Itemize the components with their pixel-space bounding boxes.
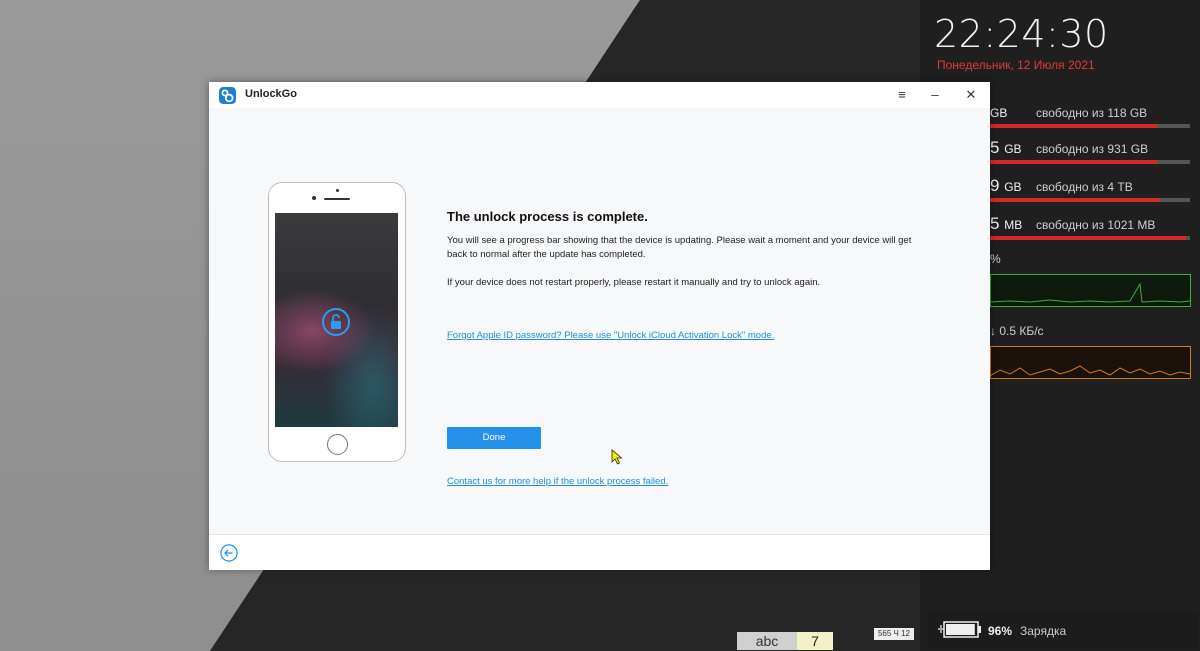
battery-status: 96% Зарядка	[928, 612, 1198, 648]
disk-usage-fill	[990, 198, 1160, 202]
date-label: Понедельник, 12 Июля 2021	[937, 58, 1095, 72]
disk-row-1: GB свободно из 118 GB	[990, 100, 1200, 130]
disk-usage-bar	[990, 236, 1190, 240]
window-footer	[209, 534, 990, 570]
disk-used: 5 MB	[990, 214, 1023, 233]
network-graph-plot	[990, 346, 1191, 379]
minimize-button[interactable]: –	[924, 85, 946, 105]
phone-home-button	[327, 434, 348, 455]
input-language-number[interactable]: 7	[797, 632, 833, 650]
unlocked-padlock-icon	[322, 308, 350, 336]
cpu-label: %	[990, 252, 1001, 266]
network-label: ↓ 0.5 КБ/с	[990, 324, 1044, 338]
input-language-indicator[interactable]: abc	[737, 632, 797, 650]
disk-row-4: 5 MB свободно из 1021 MB	[990, 212, 1200, 242]
disk-free-label: свободно из 1021 MB	[1036, 218, 1156, 232]
forgot-apple-id-link[interactable]: Forgot Apple ID password? Please use "Un…	[447, 330, 774, 341]
page-title: The unlock process is complete.	[447, 209, 648, 224]
disk-usage-fill	[990, 160, 1158, 164]
disk-usage-fill	[990, 124, 1158, 128]
disk-usage-fill	[990, 236, 1186, 240]
unlockgo-logo-icon	[219, 87, 236, 104]
tray-time-badge: 565 Ч 12	[874, 628, 914, 640]
phone-speaker-icon	[324, 198, 350, 200]
battery-icon	[938, 621, 981, 638]
disk-free-label: свободно из 118 GB	[1036, 106, 1148, 120]
cpu-graph: %	[990, 250, 1192, 308]
disk-free-label: свободно из 4 TB	[1036, 180, 1133, 194]
contact-help-link[interactable]: Contact us for more help if the unlock p…	[447, 476, 668, 487]
back-arrow-icon[interactable]	[220, 544, 238, 562]
done-button[interactable]: Done	[447, 427, 541, 449]
app-title: UnlockGo	[245, 88, 297, 100]
progress-info-text: You will see a progress bar showing that…	[447, 235, 912, 260]
disk-usage-bar	[990, 198, 1190, 202]
disk-used: 5 GB	[990, 138, 1022, 157]
title-bar[interactable]: UnlockGo ≡ – ✕	[209, 82, 990, 108]
disk-used: 9 GB	[990, 176, 1022, 195]
disk-usage-bar	[990, 160, 1190, 164]
disk-row-2: 5 GB свободно из 931 GB	[990, 136, 1200, 166]
restart-info-text: If your device does not restart properly…	[447, 277, 821, 288]
mouse-cursor-icon	[611, 449, 623, 465]
battery-charging-label: Зарядка	[1020, 624, 1067, 638]
disk-row-3: 9 GB свободно из 4 TB	[990, 174, 1200, 204]
network-graph: ↓ 0.5 КБ/с	[990, 322, 1192, 382]
main-content: The unlock process is complete. You will…	[209, 108, 990, 534]
disk-used: GB	[990, 106, 1008, 120]
disk-usage-bar	[990, 124, 1190, 128]
battery-percent: 96%	[988, 624, 1013, 638]
phone-camera-icon	[336, 189, 339, 192]
phone-screen	[275, 213, 398, 427]
close-button[interactable]: ✕	[960, 85, 982, 105]
menu-button[interactable]: ≡	[891, 85, 913, 105]
iphone-illustration	[268, 182, 406, 462]
clock: 22:24:30	[934, 12, 1109, 56]
cpu-graph-plot	[990, 274, 1191, 307]
phone-sensor-icon	[312, 196, 316, 200]
disk-free-label: свободно из 931 GB	[1036, 142, 1149, 156]
unlockgo-window: UnlockGo ≡ – ✕ The unlock process is com…	[209, 82, 990, 570]
